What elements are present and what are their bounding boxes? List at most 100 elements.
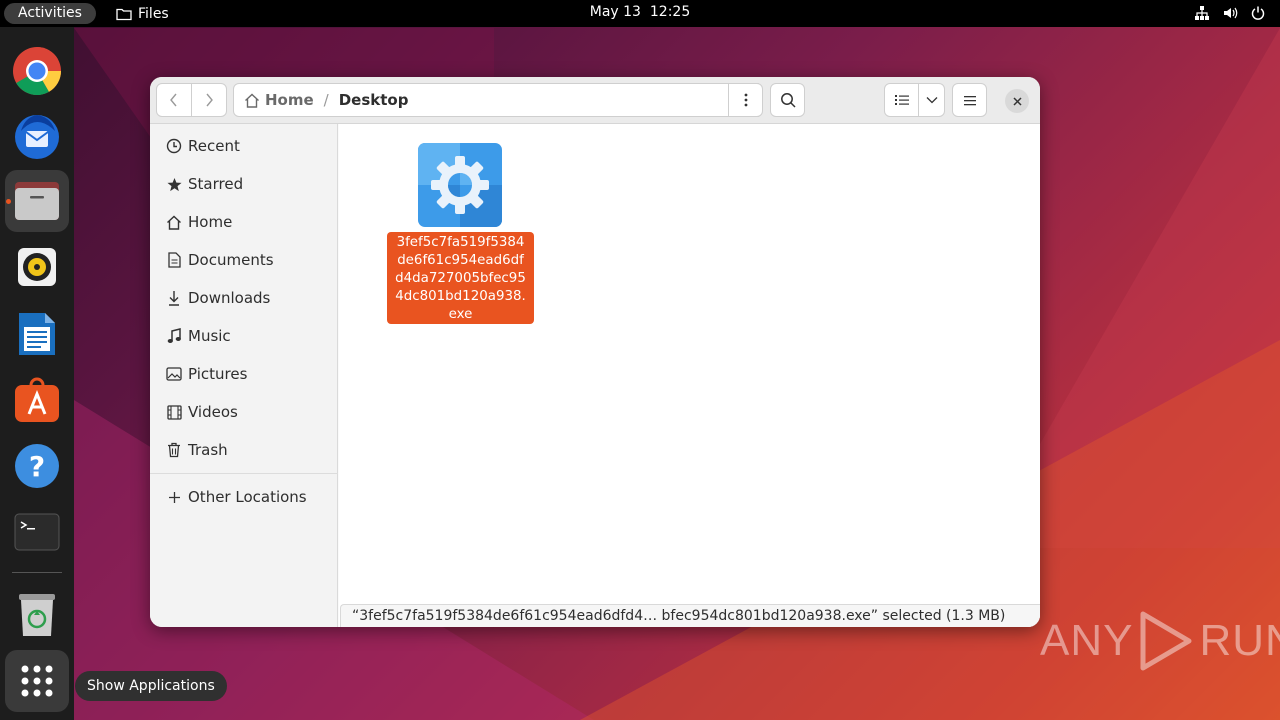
sidebar-item-recent[interactable]: Recent — [150, 127, 338, 165]
file-name-line: 4dc801bd120a938. — [395, 289, 526, 304]
chevron-right-icon — [206, 93, 213, 107]
kebab-menu-icon — [744, 93, 747, 107]
sidebar-item-trash[interactable]: Trash — [150, 431, 338, 469]
watermark-text-right: RUN — [1199, 616, 1280, 665]
volume-icon — [1224, 7, 1238, 19]
breadcrumb-home-label: Home — [265, 91, 314, 109]
sidebar-item-downloads[interactable]: Downloads — [150, 279, 338, 317]
list-view-icon — [894, 95, 909, 105]
chevron-down-icon — [926, 97, 937, 104]
svg-text:?: ? — [29, 450, 45, 483]
file-name-line: exe — [448, 307, 473, 322]
chrome-icon — [13, 46, 62, 96]
folder-icon — [116, 8, 132, 21]
network-icon — [1195, 6, 1209, 20]
close-icon — [1012, 96, 1022, 106]
dock-trash[interactable] — [5, 584, 69, 646]
dock-help[interactable]: ? — [5, 435, 69, 497]
home-icon — [245, 93, 259, 108]
view-list-button[interactable] — [884, 83, 919, 117]
top-bar: Activities Files May 13 12:25 — [0, 0, 1280, 27]
home-icon — [167, 215, 181, 230]
file-name-line: de6f61c954ead6df — [397, 253, 524, 268]
sidebar-item-label: Documents — [188, 251, 274, 269]
terminal-icon — [14, 513, 60, 551]
video-icon — [166, 404, 182, 420]
dock-rhythmbox[interactable] — [5, 236, 69, 298]
files-icon — [15, 182, 59, 220]
sidebar-item-home[interactable]: Home — [150, 203, 338, 241]
clock-button[interactable]: May 13 12:25 — [590, 4, 690, 20]
document-icon — [167, 252, 181, 268]
music-icon — [167, 328, 181, 343]
plus-icon — [168, 491, 180, 503]
dock-terminal[interactable] — [5, 501, 69, 563]
help-icon: ? — [15, 444, 59, 488]
running-indicator — [6, 199, 11, 204]
sidebar-item-label: Trash — [188, 441, 228, 459]
breadcrumb-current[interactable]: Desktop — [339, 91, 409, 109]
forward-button[interactable] — [191, 83, 227, 117]
trash-icon — [19, 594, 55, 636]
trash-icon — [168, 442, 180, 458]
file-name-line: d4da727005bfec95 — [395, 271, 526, 286]
sidebar-item-other-locations[interactable]: Other Locations — [150, 478, 338, 516]
download-icon — [169, 291, 179, 306]
main-menu-button[interactable] — [952, 83, 987, 117]
breadcrumb-separator: / — [323, 91, 329, 109]
back-button[interactable] — [156, 83, 192, 117]
sidebar-separator — [150, 473, 338, 474]
file-name-line: 3fef5c7fa519f5384 — [396, 235, 525, 250]
sidebar-item-videos[interactable]: Videos — [150, 393, 338, 431]
picture-icon — [166, 367, 182, 381]
sidebar-item-label: Starred — [188, 175, 244, 193]
chevron-left-icon — [170, 93, 177, 107]
sidebar-item-label: Downloads — [188, 289, 271, 307]
breadcrumb-home[interactable]: Home — [244, 91, 314, 109]
clock-date: May 13 — [589, 4, 641, 20]
show-applications-tooltip: Show Applications — [75, 671, 227, 701]
path-bar: Home / Desktop — [233, 83, 759, 117]
dock-writer[interactable] — [5, 303, 69, 365]
rhythmbox-icon — [18, 248, 56, 286]
executable-gear-icon — [418, 143, 502, 227]
files-window: Home / Desktop Recent Starred Home Docum… — [150, 77, 1040, 627]
play-logo-icon — [1140, 611, 1192, 671]
header-bar: Home / Desktop — [150, 77, 1040, 124]
system-tray[interactable] — [1194, 5, 1266, 21]
selection-status-bar: “3fef5c7fa519f5384de6f61c954ead6dfd4… bf… — [340, 604, 1040, 627]
location-menu-button[interactable] — [728, 83, 763, 117]
dock-separator — [12, 572, 62, 573]
app-menu[interactable]: Files — [116, 4, 169, 24]
anyrun-watermark: ANY RUN — [1040, 610, 1280, 672]
sidebar-item-documents[interactable]: Documents — [150, 241, 338, 279]
dock-files[interactable] — [5, 170, 69, 232]
sidebar-item-label: Home — [188, 213, 233, 231]
close-button[interactable] — [1005, 89, 1029, 113]
dock-thunderbird[interactable] — [5, 104, 69, 166]
hamburger-icon — [963, 95, 976, 105]
sidebar-item-label: Recent — [188, 137, 240, 155]
search-button[interactable] — [770, 83, 805, 117]
view-options-button[interactable] — [918, 83, 945, 117]
clock: May 13 12:25 — [0, 4, 1280, 20]
power-icon — [1251, 6, 1265, 20]
sidebar-item-music[interactable]: Music — [150, 317, 338, 355]
dock-chrome[interactable] — [5, 40, 69, 102]
star-icon — [166, 177, 182, 191]
sidebar-item-label: Other Locations — [188, 488, 307, 506]
dock-show-applications[interactable] — [5, 650, 69, 712]
watermark-text-left: ANY — [1040, 616, 1134, 665]
clock-icon — [166, 138, 182, 154]
sidebar-item-pictures[interactable]: Pictures — [150, 355, 338, 393]
clock-time: 12:25 — [649, 4, 691, 20]
sidebar: Recent Starred Home Documents Downloads … — [150, 124, 338, 627]
app-center-icon — [15, 377, 59, 422]
thunderbird-icon — [15, 115, 59, 159]
grid-icon — [21, 665, 53, 697]
sidebar-item-label: Videos — [188, 403, 238, 421]
sidebar-item-starred[interactable]: Starred — [150, 165, 338, 203]
file-view[interactable]: 3fef5c7fa519f5384 de6f61c954ead6df d4da7… — [339, 124, 1040, 627]
activities-button[interactable]: Activities — [4, 3, 96, 24]
dock-app-center[interactable] — [5, 369, 69, 431]
